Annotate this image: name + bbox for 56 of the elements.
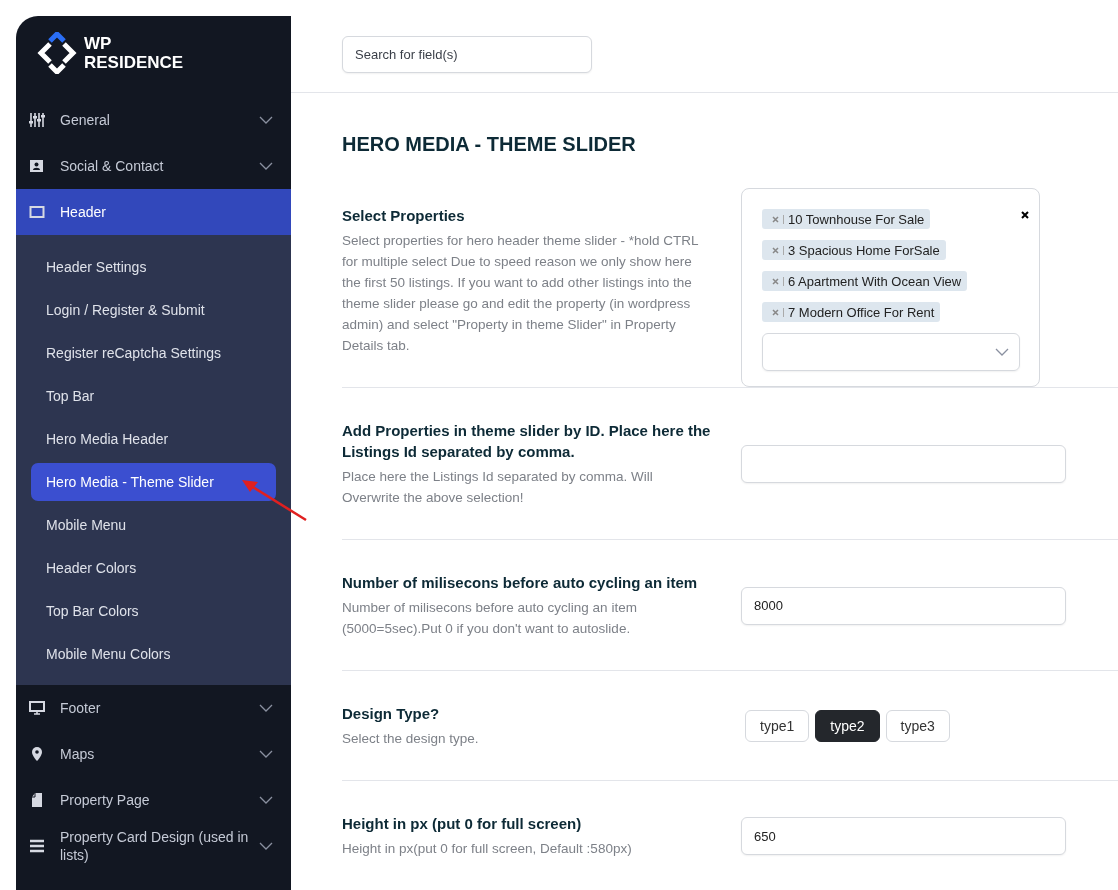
- field-description: Select properties for hero header theme slider - *hold CTRL for multiple select Due to speed reason we only show here the first 50 listings. If you want to add other listings into the theme slider please go and edit the property (in wordpress admin) and select "Property in theme Slider" in Property Details tab.: [342, 232, 699, 355]
- sidebar-item[interactable]: Maps: [16, 731, 291, 777]
- design-type-option[interactable]: type3: [885, 710, 950, 742]
- sliders-icon: [29, 112, 45, 128]
- submenu-item[interactable]: Hero Media Header: [31, 420, 276, 458]
- diamond-logo-icon: [36, 32, 78, 74]
- submenu-item[interactable]: Register reCaptcha Settings: [31, 334, 276, 372]
- close-icon: [772, 308, 779, 316]
- field-title: Design Type?: [342, 704, 441, 724]
- field-description: Number of milisecons before auto cycling an item (5000=5sec).Put 0 if you don't want to autoslide.: [342, 599, 638, 638]
- brand-name: WP RESIDENCE: [84, 34, 184, 72]
- field-title: Add Properties in theme slider by ID. Place here the Listings Id separated by comma.: [342, 421, 712, 462]
- design-type-option[interactable]: type2: [815, 710, 880, 742]
- property-dropdown[interactable]: [762, 333, 1020, 371]
- sidebar-item[interactable]: Social & Contact: [16, 143, 291, 189]
- sidebar-item[interactable]: Property Card Design (used in lists): [16, 823, 291, 869]
- tag-label: 7 Modern Office For Rent: [788, 304, 935, 320]
- tag-label: 3 Spacious Home ForSale: [788, 242, 940, 258]
- property-multiselect[interactable]: 10 Townhouse For Sale 3 Spacious Home ForSale 6 Apartment With Ocean View 7 Modern Office For Rent: [741, 188, 1040, 387]
- sidebar-item[interactable]: Footer: [16, 685, 291, 731]
- text-input[interactable]: 650: [741, 817, 1066, 855]
- search-field[interactable]: Search for field(s): [342, 35, 592, 73]
- sidebar-item[interactable]: Property Page: [16, 777, 291, 823]
- text-input[interactable]: 8000: [741, 586, 1066, 625]
- sidebar-item[interactable]: General: [16, 97, 291, 143]
- menu-icon: [29, 838, 45, 854]
- submenu-item[interactable]: Login / Register & Submit: [31, 291, 276, 329]
- field-description: Select the design type.: [342, 730, 480, 748]
- field-title: Number of milisecons before auto cycling an item: [342, 573, 699, 593]
- clear-all-button[interactable]: [1021, 211, 1029, 219]
- field-description: Place here the Listings Id separated by comma. Will Overwrite the above selection!: [342, 468, 654, 507]
- close-icon: [1021, 211, 1029, 219]
- submenu-item[interactable]: Top Bar: [31, 377, 276, 415]
- close-icon: [772, 215, 779, 223]
- field-description: Height in px(put 0 for full screen, Default :580px): [342, 840, 633, 858]
- close-icon: [772, 246, 779, 254]
- design-type-option[interactable]: type1: [745, 710, 810, 742]
- document-icon: [29, 792, 45, 808]
- window-icon: [29, 204, 45, 220]
- submenu-item[interactable]: Header Colors: [31, 549, 276, 587]
- submenu-item[interactable]: Hero Media - Theme Slider: [31, 463, 276, 501]
- contact-card-icon: [29, 158, 45, 174]
- text-input[interactable]: [741, 445, 1066, 483]
- field-title: Select Properties: [342, 206, 466, 226]
- field-title: Height in px (put 0 for full screen): [342, 814, 583, 834]
- tag-label: 6 Apartment With Ocean View: [788, 273, 962, 289]
- tag-label: 10 Townhouse For Sale: [788, 211, 925, 227]
- submenu-item[interactable]: Top Bar Colors: [31, 592, 276, 630]
- page-title: HERO MEDIA - THEME SLIDER: [342, 133, 637, 156]
- submenu-item[interactable]: Mobile Menu: [31, 506, 276, 544]
- submenu-item[interactable]: Header Settings: [31, 248, 276, 286]
- monitor-icon: [29, 700, 45, 716]
- submenu-item[interactable]: Mobile Menu Colors: [31, 635, 276, 673]
- map-pin-icon: [29, 746, 45, 762]
- sidebar-item[interactable]: Header: [16, 189, 291, 235]
- close-icon: [772, 277, 779, 285]
